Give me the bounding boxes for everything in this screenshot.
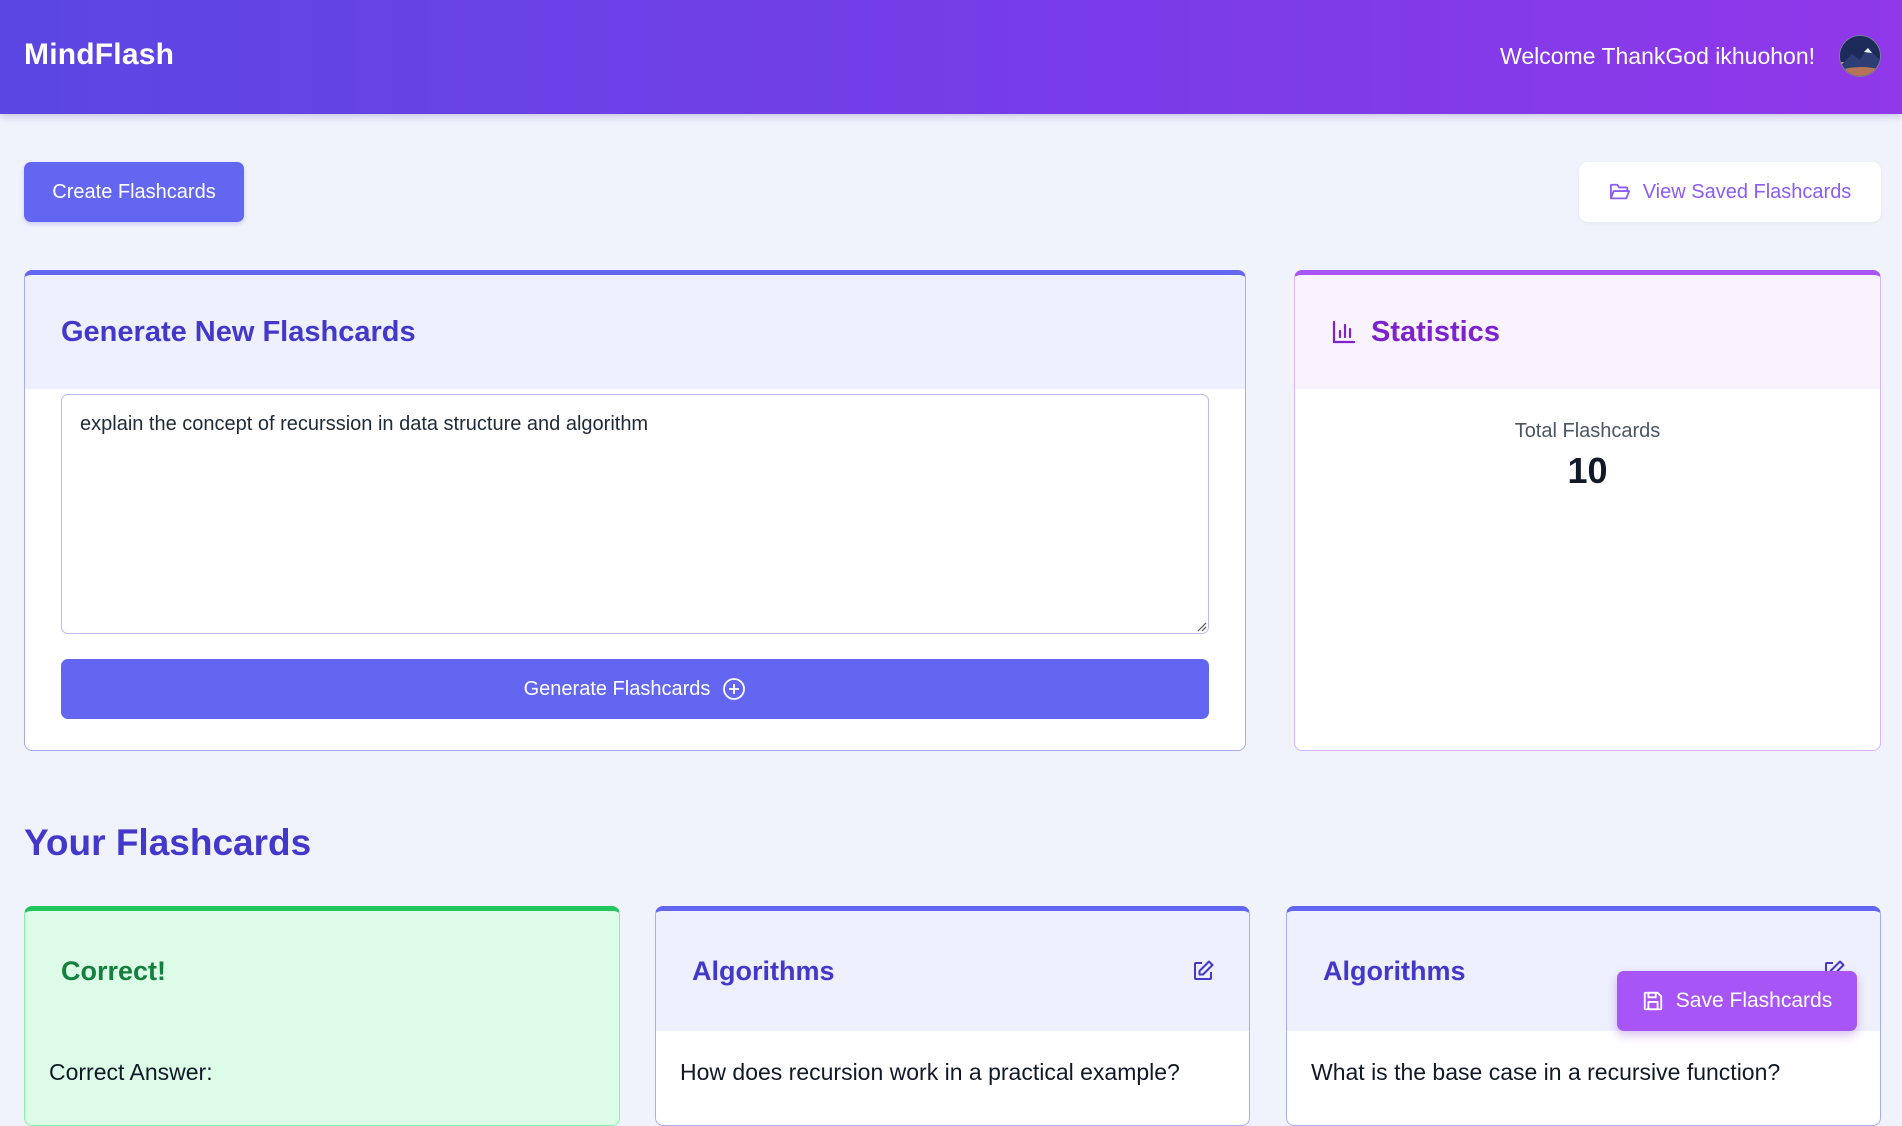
save-icon <box>1642 990 1664 1012</box>
save-flashcards-button[interactable]: Save Flashcards <box>1617 971 1857 1031</box>
user-avatar[interactable] <box>1839 35 1881 77</box>
generate-panel-title: Generate New Flashcards <box>61 315 416 348</box>
statistics-title: Statistics <box>1371 315 1500 348</box>
your-flashcards-heading: Your Flashcards <box>24 822 312 863</box>
flashcard-topic: Algorithms <box>1323 955 1466 986</box>
top-navbar: MindFlash Welcome ThankGod ikhuohon! <box>0 0 1902 114</box>
flashcard-question: What is the base case in a recursive fun… <box>1311 1059 1781 1085</box>
flashcard-correct[interactable]: Correct! Correct Answer: <box>24 906 620 1126</box>
generate-flashcards-panel: Generate New Flashcards explain the conc… <box>24 270 1246 751</box>
folder-open-icon <box>1609 182 1631 202</box>
statistics-panel-header: Statistics <box>1295 275 1880 389</box>
topic-textarea[interactable]: explain the concept of recurssion in dat… <box>61 394 1209 634</box>
statistics-panel: Statistics Total Flashcards 10 <box>1294 270 1881 751</box>
total-flashcards-value: 10 <box>1567 450 1608 491</box>
app-brand[interactable]: MindFlash <box>24 38 174 72</box>
save-button-label: Save Flashcards <box>1675 989 1833 1012</box>
edit-icon[interactable] <box>1191 959 1215 983</box>
flashcard[interactable]: Algorithms How does recursion work in a … <box>655 906 1250 1126</box>
generate-button-label: Generate Flashcards <box>523 677 711 700</box>
view-saved-label: View Saved Flashcards <box>1642 180 1852 203</box>
flashcard-result-title: Correct! <box>61 955 167 986</box>
create-flashcards-button[interactable]: Create Flashcards <box>24 162 244 222</box>
flashcard-topic: Algorithms <box>692 955 835 986</box>
flashcard-question: How does recursion work in a practical e… <box>680 1059 1180 1085</box>
generate-flashcards-button[interactable]: Generate Flashcards <box>61 659 1209 719</box>
flashcard-header: Algorithms <box>656 911 1249 1031</box>
avatar-image-icon <box>1840 36 1880 76</box>
welcome-message: Welcome ThankGod ikhuohon! <box>1500 43 1815 69</box>
view-saved-flashcards-button[interactable]: View Saved Flashcards <box>1579 162 1881 222</box>
generate-panel-header: Generate New Flashcards <box>25 275 1245 389</box>
plus-circle-icon <box>722 677 746 701</box>
total-flashcards-label: Total Flashcards <box>1514 420 1661 442</box>
correct-answer-label: Correct Answer: <box>49 1059 213 1085</box>
flashcard-header: Correct! <box>25 911 619 1031</box>
bar-chart-icon <box>1331 319 1357 345</box>
